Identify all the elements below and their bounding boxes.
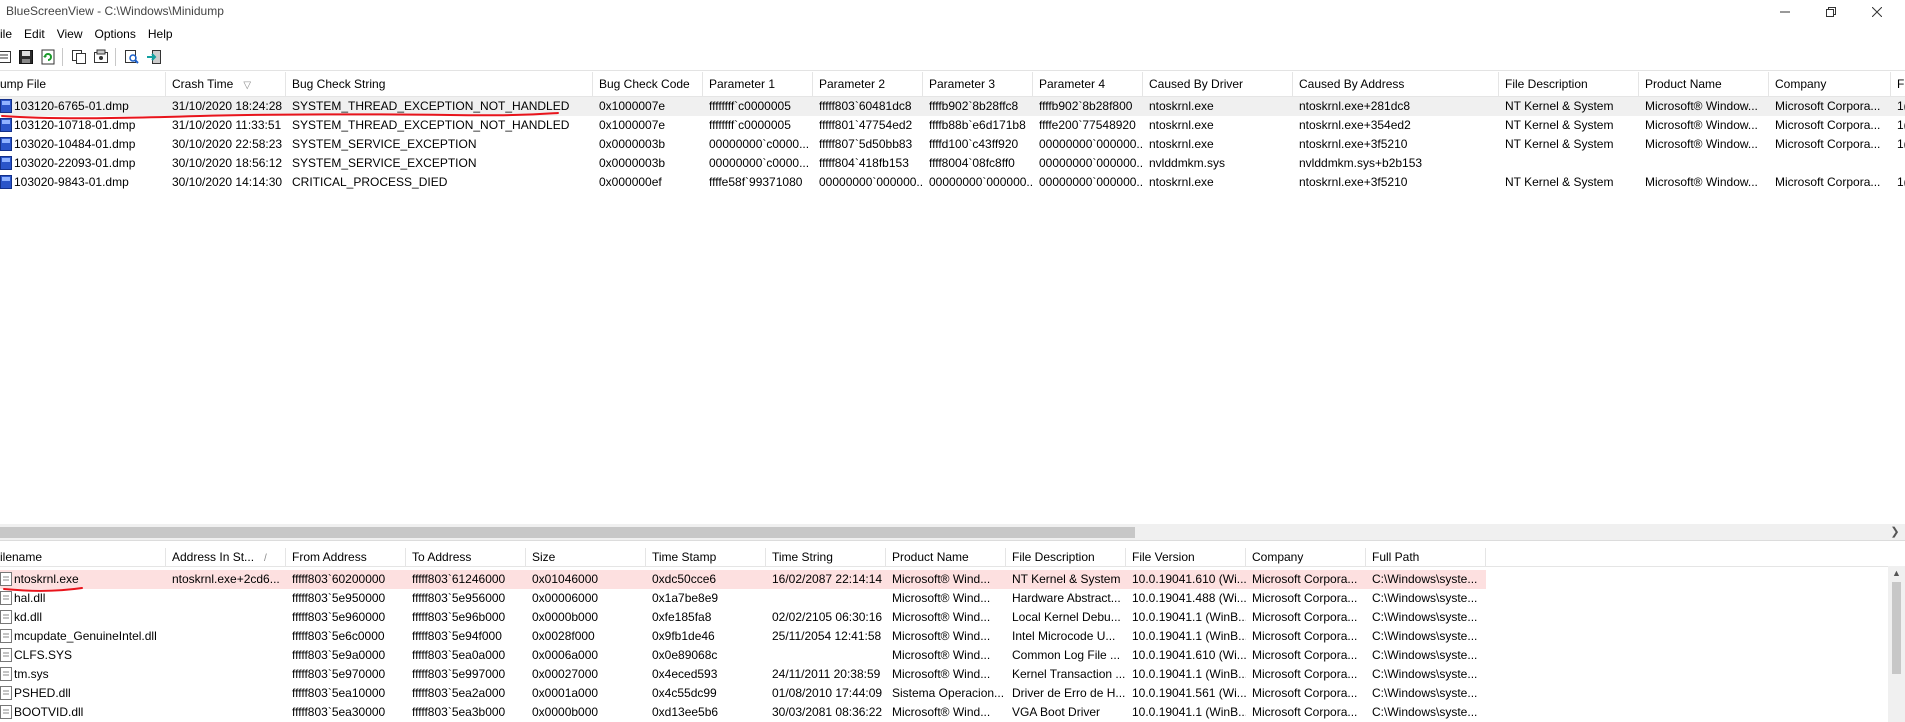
table-row[interactable]: mcupdate_GenuineIntel.dll fffff803`5e6c0… — [0, 627, 1905, 646]
minimize-button[interactable] — [1762, 0, 1808, 24]
col-dump-file[interactable]: ump File — [0, 72, 166, 96]
table-row[interactable]: 103020-9843-01.dmp 30/10/2020 14:14:30 C… — [0, 173, 1905, 192]
dump-file-icon — [0, 99, 12, 113]
exit-icon — [147, 50, 161, 64]
find-button[interactable] — [122, 47, 142, 67]
col-caused-by-driver[interactable]: Caused By Driver — [1143, 72, 1293, 96]
col-file-description[interactable]: File Description — [1499, 72, 1639, 96]
save-button[interactable] — [16, 47, 36, 67]
sort-indicator-icon: ▽ — [243, 80, 252, 91]
driver-file-icon — [0, 572, 12, 586]
toolbar-separator — [62, 48, 63, 66]
col-size[interactable]: Size — [526, 548, 646, 566]
driver-file-icon — [0, 648, 12, 662]
vertical-scroll-thumb[interactable] — [1892, 582, 1901, 674]
scroll-right-arrow-icon[interactable]: ❯ — [1889, 524, 1901, 540]
table-row[interactable]: CLFS.SYS fffff803`5e9a0000 fffff803`5ea0… — [0, 646, 1905, 665]
toolbar-separator — [115, 48, 116, 66]
col-caused-by-address[interactable]: Caused By Address — [1293, 72, 1499, 96]
col-company[interactable]: Company — [1246, 548, 1366, 566]
crash-dump-header: ump File Crash Time ▽ Bug Check String Bu… — [0, 72, 1905, 97]
properties-icon — [0, 51, 11, 63]
driver-list-header: ilename Address In St... / From Address T… — [0, 548, 1905, 567]
col-crash-time[interactable]: Crash Time ▽ — [166, 72, 286, 96]
restore-icon — [1826, 7, 1836, 17]
table-row[interactable]: PSHED.dll fffff803`5ea10000 fffff803`5ea… — [0, 684, 1905, 703]
driver-file-icon — [0, 591, 12, 605]
title-bar: BlueScreenView - C:\Windows\Minidump — [0, 0, 1905, 24]
driver-file-icon — [0, 705, 12, 719]
col-product-name[interactable]: Product Name — [886, 548, 1006, 566]
col-full-path[interactable]: Full Path — [1366, 548, 1486, 566]
refresh-button[interactable] — [38, 47, 58, 67]
driver-file-icon — [0, 667, 12, 681]
sort-indicator-icon: / — [264, 553, 267, 564]
driver-file-icon — [0, 610, 12, 624]
copy-button[interactable] — [69, 47, 89, 67]
col-from-address[interactable]: From Address — [286, 548, 406, 566]
table-row[interactable]: 103020-10484-01.dmp 30/10/2020 22:58:23 … — [0, 135, 1905, 154]
table-row[interactable]: BOOTVID.dll fffff803`5ea30000 fffff803`5… — [0, 703, 1905, 722]
menu-edit[interactable]: Edit — [18, 25, 51, 43]
close-button[interactable] — [1854, 0, 1900, 24]
col-bug-check-code[interactable]: Bug Check Code — [593, 72, 703, 96]
col-company[interactable]: Company — [1769, 72, 1891, 96]
col-file-version[interactable]: Fi — [1891, 72, 1905, 96]
dump-file-icon — [0, 156, 12, 170]
horizontal-scroll-thumb[interactable] — [0, 527, 1135, 538]
exit-button[interactable] — [144, 47, 164, 67]
table-row[interactable]: ntoskrnl.exe ntoskrnl.exe+2cd6... fffff8… — [0, 570, 1486, 589]
window-title: BlueScreenView - C:\Windows\Minidump — [6, 4, 224, 18]
driver-file-icon — [0, 629, 12, 643]
col-parameter-4[interactable]: Parameter 4 — [1033, 72, 1143, 96]
html-report-button[interactable] — [91, 47, 111, 67]
col-parameter-2[interactable]: Parameter 2 — [813, 72, 923, 96]
restore-button[interactable] — [1808, 0, 1854, 24]
dump-file-icon — [0, 118, 12, 132]
copy-icon — [72, 50, 86, 64]
table-row[interactable]: 103020-22093-01.dmp 30/10/2020 18:56:12 … — [0, 154, 1905, 173]
menu-view[interactable]: View — [51, 25, 89, 43]
menu-file[interactable]: ile — [0, 25, 18, 43]
col-time-string[interactable]: Time String — [766, 548, 886, 566]
save-icon — [19, 50, 33, 64]
properties-button[interactable] — [0, 47, 14, 67]
dump-file-icon — [0, 137, 12, 151]
col-parameter-1[interactable]: Parameter 1 — [703, 72, 813, 96]
menu-options[interactable]: Options — [89, 25, 142, 43]
col-file-description[interactable]: File Description — [1006, 548, 1126, 566]
scroll-up-arrow-icon[interactable]: ▲ — [1888, 566, 1905, 580]
table-row[interactable]: 103120-10718-01.dmp 31/10/2020 11:33:51 … — [0, 116, 1905, 135]
table-row[interactable]: kd.dll fffff803`5e960000 fffff803`5e96b0… — [0, 608, 1905, 627]
close-icon — [1872, 7, 1882, 17]
table-row[interactable]: 103120-6765-01.dmp 31/10/2020 18:24:28 S… — [0, 97, 1905, 116]
html-report-icon — [94, 49, 108, 63]
toolbar — [0, 44, 1905, 71]
driver-file-icon — [0, 686, 12, 700]
col-filename[interactable]: ilename — [0, 548, 166, 566]
col-bug-check-string[interactable]: Bug Check String — [286, 72, 593, 96]
horizontal-scrollbar[interactable]: ❯ — [0, 524, 1905, 540]
table-row[interactable]: tm.sys fffff803`5e970000 fffff803`5e9970… — [0, 665, 1905, 684]
crash-dump-list: ump File Crash Time ▽ Bug Check String Bu… — [0, 72, 1905, 528]
col-parameter-3[interactable]: Parameter 3 — [923, 72, 1033, 96]
col-file-version[interactable]: File Version — [1126, 548, 1246, 566]
minimize-icon — [1780, 11, 1790, 13]
table-row[interactable]: hal.dll fffff803`5e950000 fffff803`5e956… — [0, 589, 1905, 608]
vertical-scrollbar[interactable]: ▲ — [1888, 566, 1905, 722]
refresh-icon — [41, 49, 55, 65]
dump-file-icon — [0, 175, 12, 189]
menu-help[interactable]: Help — [142, 25, 179, 43]
col-to-address[interactable]: To Address — [406, 548, 526, 566]
driver-list: ilename Address In St... / From Address T… — [0, 548, 1905, 722]
col-time-stamp[interactable]: Time Stamp — [646, 548, 766, 566]
col-address-in-stack[interactable]: Address In St... / — [166, 548, 286, 566]
menu-bar: ile Edit View Options Help — [0, 24, 1905, 44]
col-product-name[interactable]: Product Name — [1639, 72, 1769, 96]
find-icon — [125, 50, 139, 64]
